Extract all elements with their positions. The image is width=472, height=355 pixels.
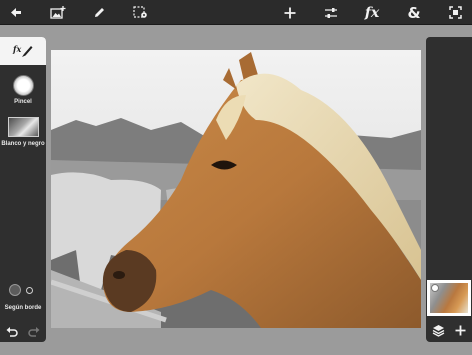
blend-button[interactable]: & — [401, 0, 427, 25]
undo-button[interactable] — [4, 324, 20, 340]
edge-toggle[interactable] — [9, 284, 35, 296]
image-canvas[interactable] — [51, 50, 421, 328]
add-image-button[interactable] — [45, 0, 71, 25]
back-arrow-icon — [11, 8, 21, 17]
edge-toggle-off-icon — [26, 287, 33, 294]
bw-effect-thumbnail — [7, 117, 39, 137]
back-button[interactable] — [3, 0, 29, 25]
fullscreen-icon — [448, 6, 462, 19]
layers-controls — [426, 320, 472, 340]
add-button[interactable] — [277, 0, 303, 25]
app-window: fx & fx Pincel Blanco y negro Según bord… — [0, 0, 472, 355]
plus-icon — [284, 7, 296, 18]
redo-icon — [28, 326, 40, 337]
layer-thumbnail[interactable] — [427, 280, 471, 316]
fx-tab[interactable]: fx — [0, 37, 46, 65]
add-layer-button[interactable] — [451, 322, 469, 338]
svg-text:fx: fx — [12, 44, 21, 54]
top-toolbar: fx & — [0, 0, 472, 25]
fullscreen-button[interactable] — [442, 0, 468, 25]
layers-button[interactable] — [429, 322, 447, 338]
brush-size-icon — [12, 75, 34, 96]
edge-label: Según borde — [4, 305, 42, 311]
undo-icon — [6, 326, 18, 337]
effect-bw-tool[interactable]: Blanco y negro — [0, 117, 46, 147]
adjust-button[interactable] — [318, 0, 344, 25]
layers-icon — [432, 324, 444, 337]
brush-label: Pincel — [14, 99, 32, 105]
brush-tool[interactable]: Pincel — [0, 75, 46, 105]
edit-button[interactable] — [86, 0, 112, 25]
pencil-icon — [94, 8, 104, 17]
history-controls — [0, 324, 46, 340]
fx-icon: fx — [364, 4, 380, 21]
redo-button[interactable] — [26, 324, 42, 340]
edge-toggle-on-icon — [9, 284, 21, 296]
selection-button[interactable] — [127, 0, 153, 25]
layer-visibility-icon[interactable] — [431, 284, 439, 292]
effect-label: Blanco y negro — [1, 141, 45, 147]
ampersand-icon: & — [407, 3, 421, 22]
layers-panel — [426, 37, 472, 342]
layer-preview-image — [430, 283, 468, 313]
fx-brush-icon: fx — [12, 44, 33, 57]
sliders-icon — [325, 7, 337, 18]
selection-settings-icon — [132, 6, 147, 18]
horse-photo — [51, 50, 421, 328]
effects-panel: fx Pincel Blanco y negro Según borde — [0, 37, 46, 342]
plus-icon — [455, 325, 465, 335]
add-image-icon — [50, 6, 66, 19]
effects-button[interactable]: fx — [359, 0, 385, 25]
